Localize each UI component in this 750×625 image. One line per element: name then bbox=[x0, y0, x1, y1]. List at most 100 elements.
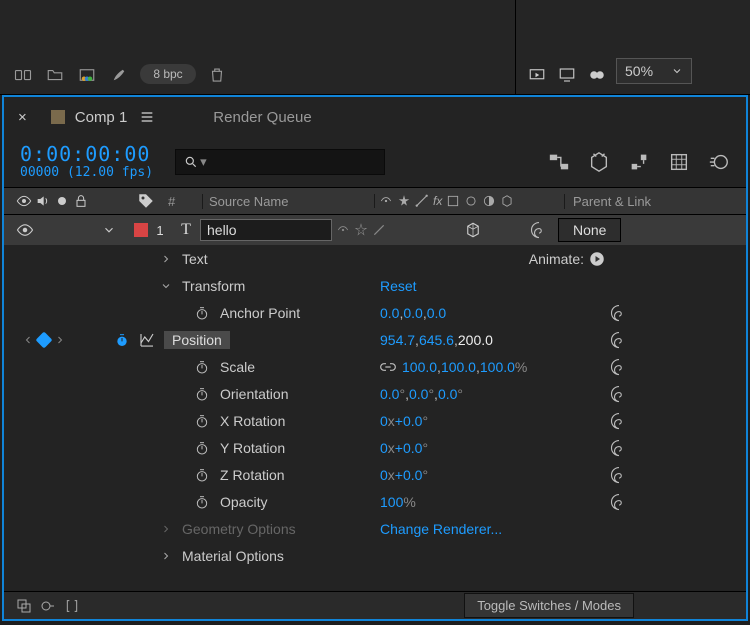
trash-icon[interactable] bbox=[206, 66, 228, 84]
source-column-header[interactable]: Source Name bbox=[202, 194, 374, 209]
flow-icon[interactable] bbox=[12, 66, 34, 84]
twirl-down-icon[interactable] bbox=[102, 223, 116, 237]
timecode-main[interactable]: 0:00:00:00 bbox=[20, 143, 153, 166]
layer-row[interactable]: 1 T None bbox=[4, 215, 746, 245]
chevron-down-icon[interactable] bbox=[160, 280, 172, 292]
prop-group-material[interactable]: Material Options bbox=[4, 542, 746, 569]
stopwatch-icon[interactable] bbox=[194, 413, 210, 429]
eye-icon[interactable] bbox=[16, 221, 34, 239]
position-y[interactable]: 645.6 bbox=[419, 332, 454, 348]
monitor-icon[interactable] bbox=[556, 66, 578, 84]
keyframe-navigator[interactable] bbox=[4, 334, 84, 346]
opacity-val[interactable]: 100 bbox=[380, 494, 403, 510]
shy-icon[interactable] bbox=[628, 151, 650, 173]
pickwhip-icon[interactable] bbox=[610, 385, 628, 403]
yrot-deg[interactable]: +0.0 bbox=[395, 440, 423, 456]
motion-blur-icon[interactable] bbox=[708, 151, 730, 173]
bracket-icon[interactable] bbox=[64, 598, 80, 614]
timeline-tool-icons bbox=[548, 151, 730, 173]
orient-y[interactable]: 0.0 bbox=[409, 386, 428, 402]
pickwhip-icon[interactable] bbox=[610, 466, 628, 484]
pickwhip-icon[interactable] bbox=[610, 331, 628, 349]
bpc-indicator[interactable]: 8 bpc bbox=[140, 64, 196, 84]
folder-icon[interactable] bbox=[44, 66, 66, 84]
layer-stack-icon[interactable] bbox=[16, 598, 32, 614]
comp-name-label: Comp 1 bbox=[75, 109, 128, 126]
scale-y[interactable]: 100.0 bbox=[441, 359, 476, 375]
layer-search-input[interactable]: ▾ bbox=[175, 149, 385, 175]
stopwatch-icon[interactable] bbox=[194, 359, 210, 375]
pickwhip-icon[interactable] bbox=[530, 221, 548, 239]
pickwhip-icon[interactable] bbox=[610, 412, 628, 430]
stopwatch-icon[interactable] bbox=[194, 467, 210, 483]
frame-blend-icon[interactable] bbox=[668, 151, 690, 173]
change-renderer-link[interactable]: Change Renderer... bbox=[380, 521, 502, 537]
star-switch-icon[interactable] bbox=[354, 223, 368, 237]
orient-x[interactable]: 0.0 bbox=[380, 386, 399, 402]
layer-name-input[interactable] bbox=[200, 219, 332, 241]
zrot-deg[interactable]: +0.0 bbox=[395, 467, 423, 483]
tab-render-queue[interactable]: Render Queue bbox=[165, 109, 337, 126]
stopwatch-icon[interactable] bbox=[194, 386, 210, 402]
zrot-turns[interactable]: 0 bbox=[380, 467, 388, 483]
stopwatch-icon[interactable] bbox=[194, 494, 210, 510]
pickwhip-icon[interactable] bbox=[610, 304, 628, 322]
pickwhip-icon[interactable] bbox=[610, 358, 628, 376]
scale-x[interactable]: 100.0 bbox=[402, 359, 437, 375]
quality-switch-icon[interactable] bbox=[372, 223, 386, 237]
fx-label: fx bbox=[433, 194, 442, 208]
animate-add-icon[interactable] bbox=[588, 250, 606, 268]
xrot-turns[interactable]: 0 bbox=[380, 413, 388, 429]
position-x[interactable]: 954.7 bbox=[380, 332, 415, 348]
preview-icon[interactable] bbox=[526, 66, 548, 84]
anchor-y[interactable]: 0.0 bbox=[403, 305, 422, 321]
prop-group-transform[interactable]: Transform Reset bbox=[4, 272, 746, 299]
pickwhip-icon[interactable] bbox=[610, 493, 628, 511]
layer-parent-cell: None bbox=[522, 218, 746, 242]
zoom-dropdown[interactable]: 50% bbox=[616, 58, 692, 84]
stopwatch-active-icon[interactable] bbox=[114, 332, 130, 348]
index-column-header[interactable]: # bbox=[164, 194, 202, 209]
brush-icon[interactable] bbox=[108, 66, 130, 84]
property-list: Text Animate: Transform Reset Anchor Poi… bbox=[4, 245, 746, 591]
stopwatch-icon[interactable] bbox=[194, 440, 210, 456]
shy-switch-icon[interactable] bbox=[336, 223, 350, 237]
yrot-turns[interactable]: 0 bbox=[380, 440, 388, 456]
layer-color-swatch[interactable] bbox=[134, 223, 148, 237]
anchor-x[interactable]: 0.0 bbox=[380, 305, 399, 321]
mask-icon[interactable] bbox=[586, 66, 608, 84]
parent-column-header[interactable]: Parent & Link bbox=[564, 194, 746, 209]
close-panel-button[interactable]: × bbox=[4, 109, 41, 126]
scale-z[interactable]: 100.0 bbox=[480, 359, 515, 375]
new-comp-icon[interactable] bbox=[76, 66, 98, 84]
position-z[interactable]: 200.0 bbox=[458, 332, 493, 348]
render-time-icon[interactable] bbox=[40, 598, 56, 614]
stopwatch-icon[interactable] bbox=[194, 305, 210, 321]
graph-icon[interactable] bbox=[138, 331, 156, 349]
constrain-link-icon[interactable] bbox=[380, 359, 396, 375]
3d-switch-icon[interactable] bbox=[464, 221, 482, 239]
parent-dropdown[interactable]: None bbox=[558, 218, 621, 242]
prop-y-rotation: Y Rotation 0x +0.0° bbox=[4, 434, 746, 461]
anchor-z[interactable]: 0.0 bbox=[427, 305, 446, 321]
next-key-icon[interactable] bbox=[54, 334, 66, 346]
keyframe-diamond-icon[interactable] bbox=[36, 331, 53, 348]
orient-z[interactable]: 0.0 bbox=[438, 386, 457, 402]
comp-mini-flow-icon[interactable] bbox=[548, 151, 570, 173]
pickwhip-icon[interactable] bbox=[610, 439, 628, 457]
draft3d-icon[interactable] bbox=[588, 151, 610, 173]
xrot-deg[interactable]: +0.0 bbox=[395, 413, 423, 429]
prev-key-icon[interactable] bbox=[22, 334, 34, 346]
toggle-switches-button[interactable]: Toggle Switches / Modes bbox=[464, 593, 634, 618]
prop-group-text[interactable]: Text Animate: bbox=[4, 245, 746, 272]
reset-link[interactable]: Reset bbox=[380, 278, 417, 294]
av-column-header[interactable] bbox=[4, 193, 128, 209]
chevron-right-icon[interactable] bbox=[160, 253, 172, 265]
switches-column-header[interactable]: fx bbox=[374, 194, 564, 208]
label-column-header[interactable] bbox=[128, 192, 164, 210]
project-footer-right: 50% bbox=[515, 0, 750, 94]
panel-menu-icon[interactable] bbox=[139, 109, 155, 125]
chevron-right-icon[interactable] bbox=[160, 550, 172, 562]
timecode-display[interactable]: 0:00:00:00 00000 (12.00 fps) bbox=[20, 143, 153, 181]
tab-comp[interactable]: Comp 1 bbox=[41, 109, 166, 126]
